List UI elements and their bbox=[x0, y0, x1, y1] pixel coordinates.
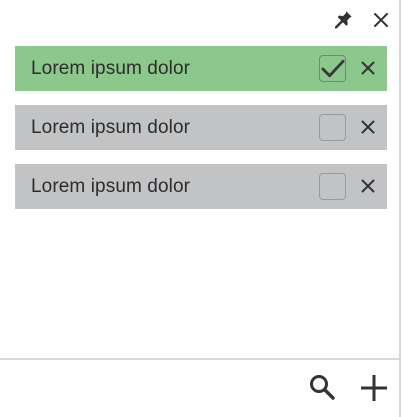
todo-item[interactable]: Lorem ipsum dolor bbox=[15, 105, 387, 150]
plus-icon bbox=[361, 375, 387, 401]
checkmark-icon bbox=[321, 59, 345, 77]
search-button[interactable] bbox=[307, 372, 337, 402]
todo-checkbox[interactable] bbox=[319, 114, 346, 141]
close-button[interactable] bbox=[369, 8, 393, 32]
todo-item[interactable]: Lorem ipsum dolor bbox=[15, 164, 387, 209]
todo-label: Lorem ipsum dolor bbox=[31, 117, 191, 138]
pin-button[interactable] bbox=[331, 8, 355, 32]
delete-button[interactable] bbox=[358, 58, 378, 78]
delete-button[interactable] bbox=[358, 176, 378, 196]
close-icon bbox=[361, 179, 375, 193]
todo-item[interactable]: Lorem ipsum dolor bbox=[15, 46, 387, 91]
todo-label: Lorem ipsum dolor bbox=[31, 176, 191, 197]
todo-checkbox[interactable] bbox=[319, 173, 346, 200]
footer-divider bbox=[0, 358, 401, 360]
delete-button[interactable] bbox=[358, 117, 378, 137]
todo-panel: Lorem ipsum dolor Lorem ipsum dolor Lore… bbox=[0, 0, 401, 417]
add-button[interactable] bbox=[358, 372, 390, 404]
top-toolbar bbox=[0, 0, 401, 40]
close-icon bbox=[361, 120, 375, 134]
close-icon bbox=[374, 13, 388, 27]
search-icon bbox=[310, 375, 335, 400]
todo-list: Lorem ipsum dolor Lorem ipsum dolor Lore… bbox=[15, 46, 387, 223]
todo-label: Lorem ipsum dolor bbox=[31, 58, 191, 79]
pin-icon bbox=[335, 11, 352, 29]
todo-checkbox[interactable] bbox=[319, 55, 346, 82]
close-icon bbox=[361, 61, 375, 75]
